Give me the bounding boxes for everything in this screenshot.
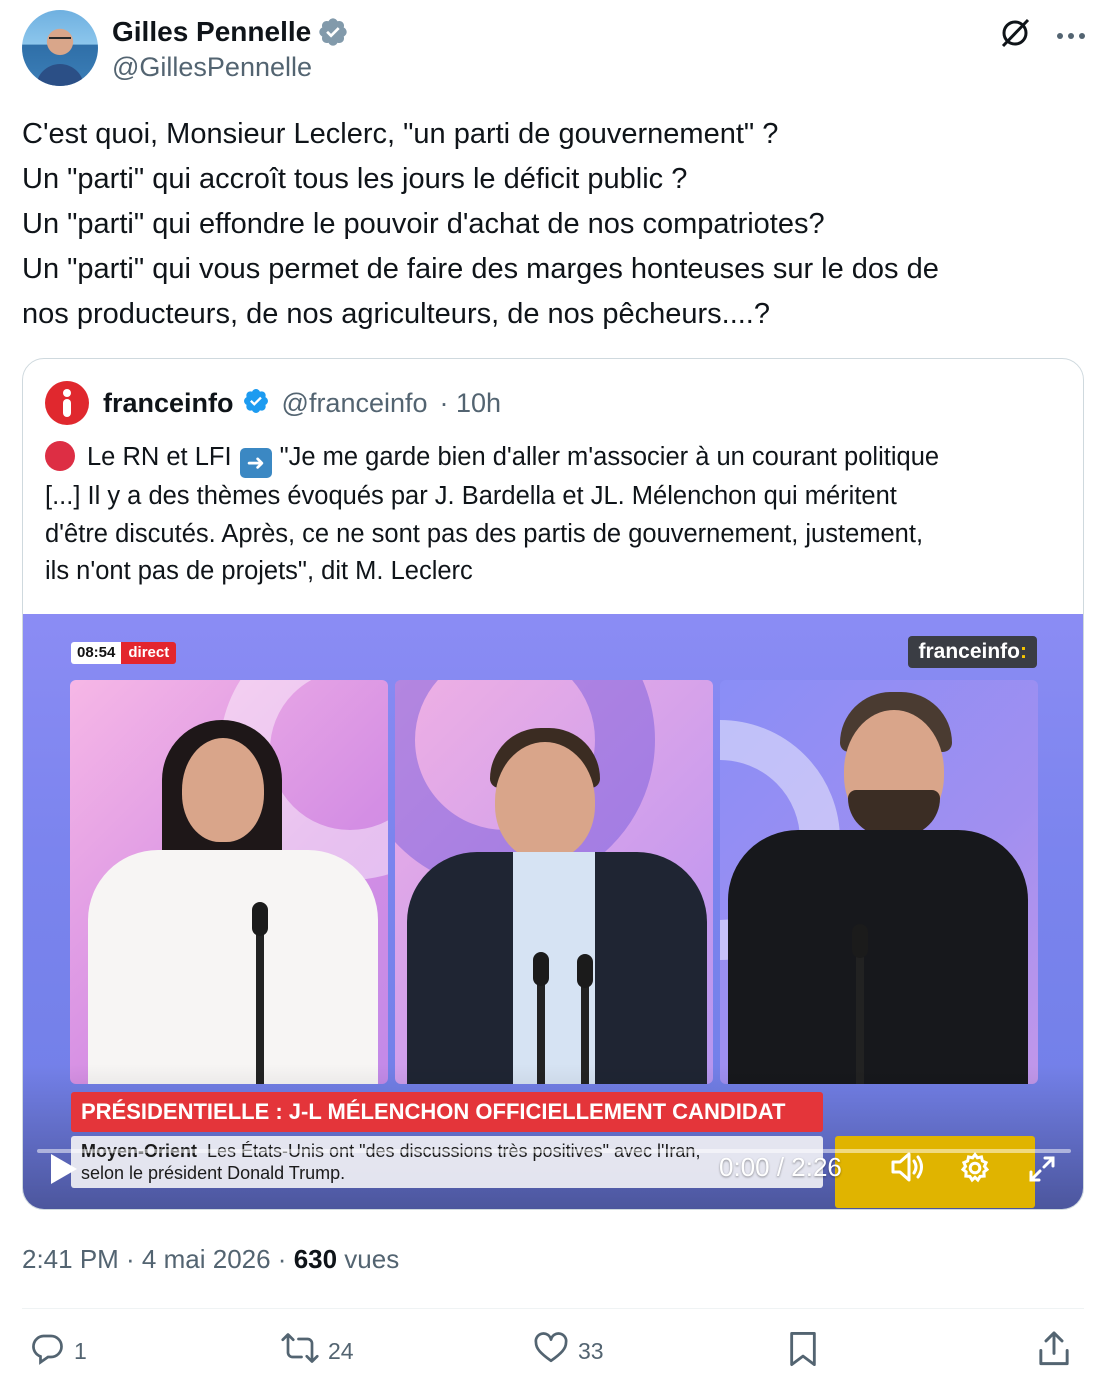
like-button[interactable]: 33 <box>532 1330 604 1372</box>
share-button[interactable] <box>1036 1330 1072 1374</box>
like-count: 33 <box>578 1337 604 1364</box>
tweet-timestamp[interactable]: 2:41 PM · 4 mai 2026 · <box>22 1244 294 1274</box>
quoted-line: Le RN et LFI ➜ "Je me garde bien d'aller m… <box>45 439 1065 478</box>
avatar[interactable] <box>22 10 98 86</box>
bookmark-icon <box>786 1330 820 1374</box>
quoted-line-part: Le RN et LFI <box>87 443 232 471</box>
red-circle-icon <box>45 441 75 471</box>
quoted-line: ils n'ont pas de projets", dit M. Lecler… <box>45 557 473 585</box>
fullscreen-icon[interactable] <box>1027 1154 1057 1189</box>
views-count: 630 <box>293 1244 338 1274</box>
quoted-author-name[interactable]: franceinfo <box>103 388 234 419</box>
author-name-row: Gilles Pennelle <box>112 16 349 48</box>
volume-icon[interactable] <box>889 1150 927 1189</box>
reply-button[interactable]: 1 <box>30 1330 87 1372</box>
share-icon <box>1036 1330 1072 1374</box>
tweet-line: Un "parti" qui vous permet de faire des … <box>22 253 939 285</box>
quoted-tweet-time[interactable]: · 10h <box>440 388 502 419</box>
quoted-tweet[interactable]: franceinfo @franceinfo · 10h Le RN et LF… <box>22 358 1084 1210</box>
quoted-line: [...] Il y a des thèmes évoqués par J. B… <box>45 482 897 510</box>
tweet-text: C'est quoi, Monsieur Leclerc, "un parti … <box>22 112 1086 337</box>
quoted-line: d'être discutés. Après, ce ne sont pas d… <box>45 519 924 548</box>
tweet-line: Un "parti" qui effondre le pouvoir d'ach… <box>22 208 825 240</box>
repost-icon <box>280 1330 320 1372</box>
tweet-actions: 1 24 33 <box>22 1330 1084 1380</box>
views-label: vues <box>337 1244 400 1274</box>
reply-count: 1 <box>74 1337 87 1364</box>
tweet-header: Gilles Pennelle @GillesPennelle <box>22 10 1086 90</box>
tweet-line: Un "parti" qui accroît tous les jours le… <box>22 163 688 195</box>
heart-icon <box>532 1330 570 1372</box>
bookmark-button[interactable] <box>786 1330 820 1374</box>
right-arrow-icon: ➜ <box>239 448 272 478</box>
video-panel-center <box>395 680 713 1084</box>
quoted-line-part: "Je me garde bien d'aller m'associer à u… <box>279 443 940 471</box>
divider <box>22 1308 1084 1309</box>
channel-logo-text: franceinfo <box>918 640 1020 663</box>
more-options-icon[interactable] <box>1056 27 1086 45</box>
repost-count: 24 <box>328 1337 354 1364</box>
live-clock-badge: 08:54 direct <box>71 642 177 664</box>
reply-icon <box>30 1330 66 1372</box>
video-player[interactable]: 08:54 direct franceinfo: PRÉSIDENTIELLE … <box>23 614 1083 1209</box>
live-label: direct <box>121 642 177 664</box>
author-handle[interactable]: @GillesPennelle <box>112 52 312 83</box>
grok-icon[interactable] <box>998 16 1032 55</box>
channel-logo-colon: : <box>1020 640 1027 663</box>
channel-logo: franceinfo: <box>908 636 1037 668</box>
settings-gear-icon[interactable] <box>957 1150 993 1191</box>
header-actions <box>998 16 1086 55</box>
live-clock: 08:54 <box>71 642 122 664</box>
avatar-glasses <box>49 37 71 43</box>
verified-badge-icon[interactable] <box>317 16 349 48</box>
headline-banner: PRÉSIDENTIELLE : J-L MÉLENCHON OFFICIELL… <box>71 1092 823 1132</box>
ticker-text-2: selon le président Donald Trump. <box>81 1163 346 1183</box>
tweet-meta: 2:41 PM · 4 mai 2026 · 630 vues <box>22 1244 399 1275</box>
tweet-line: nos producteurs, de nos agriculteurs, de… <box>22 298 770 330</box>
video-panel-right <box>720 680 1038 1084</box>
quoted-author-handle[interactable]: @franceinfo <box>282 388 428 419</box>
author-display-name[interactable]: Gilles Pennelle <box>112 16 311 48</box>
quoted-tweet-text: Le RN et LFI ➜ "Je me garde bien d'aller m… <box>45 439 1065 591</box>
repost-button[interactable]: 24 <box>280 1330 354 1372</box>
verified-badge-icon <box>242 387 270 420</box>
franceinfo-avatar[interactable] <box>45 381 89 425</box>
avatar-shirt <box>36 64 84 86</box>
play-icon[interactable] <box>49 1152 79 1191</box>
video-panel-left <box>70 680 388 1084</box>
quoted-tweet-header: franceinfo @franceinfo · 10h <box>45 381 501 425</box>
tweet-line: C'est quoi, Monsieur Leclerc, "un parti … <box>22 118 779 150</box>
ticker-side-panel <box>835 1136 1035 1208</box>
video-playback-time: 0:00 / 2:26 <box>719 1152 842 1182</box>
news-ticker: Moyen-OrientLes États-Unis ont "des disc… <box>71 1136 823 1188</box>
